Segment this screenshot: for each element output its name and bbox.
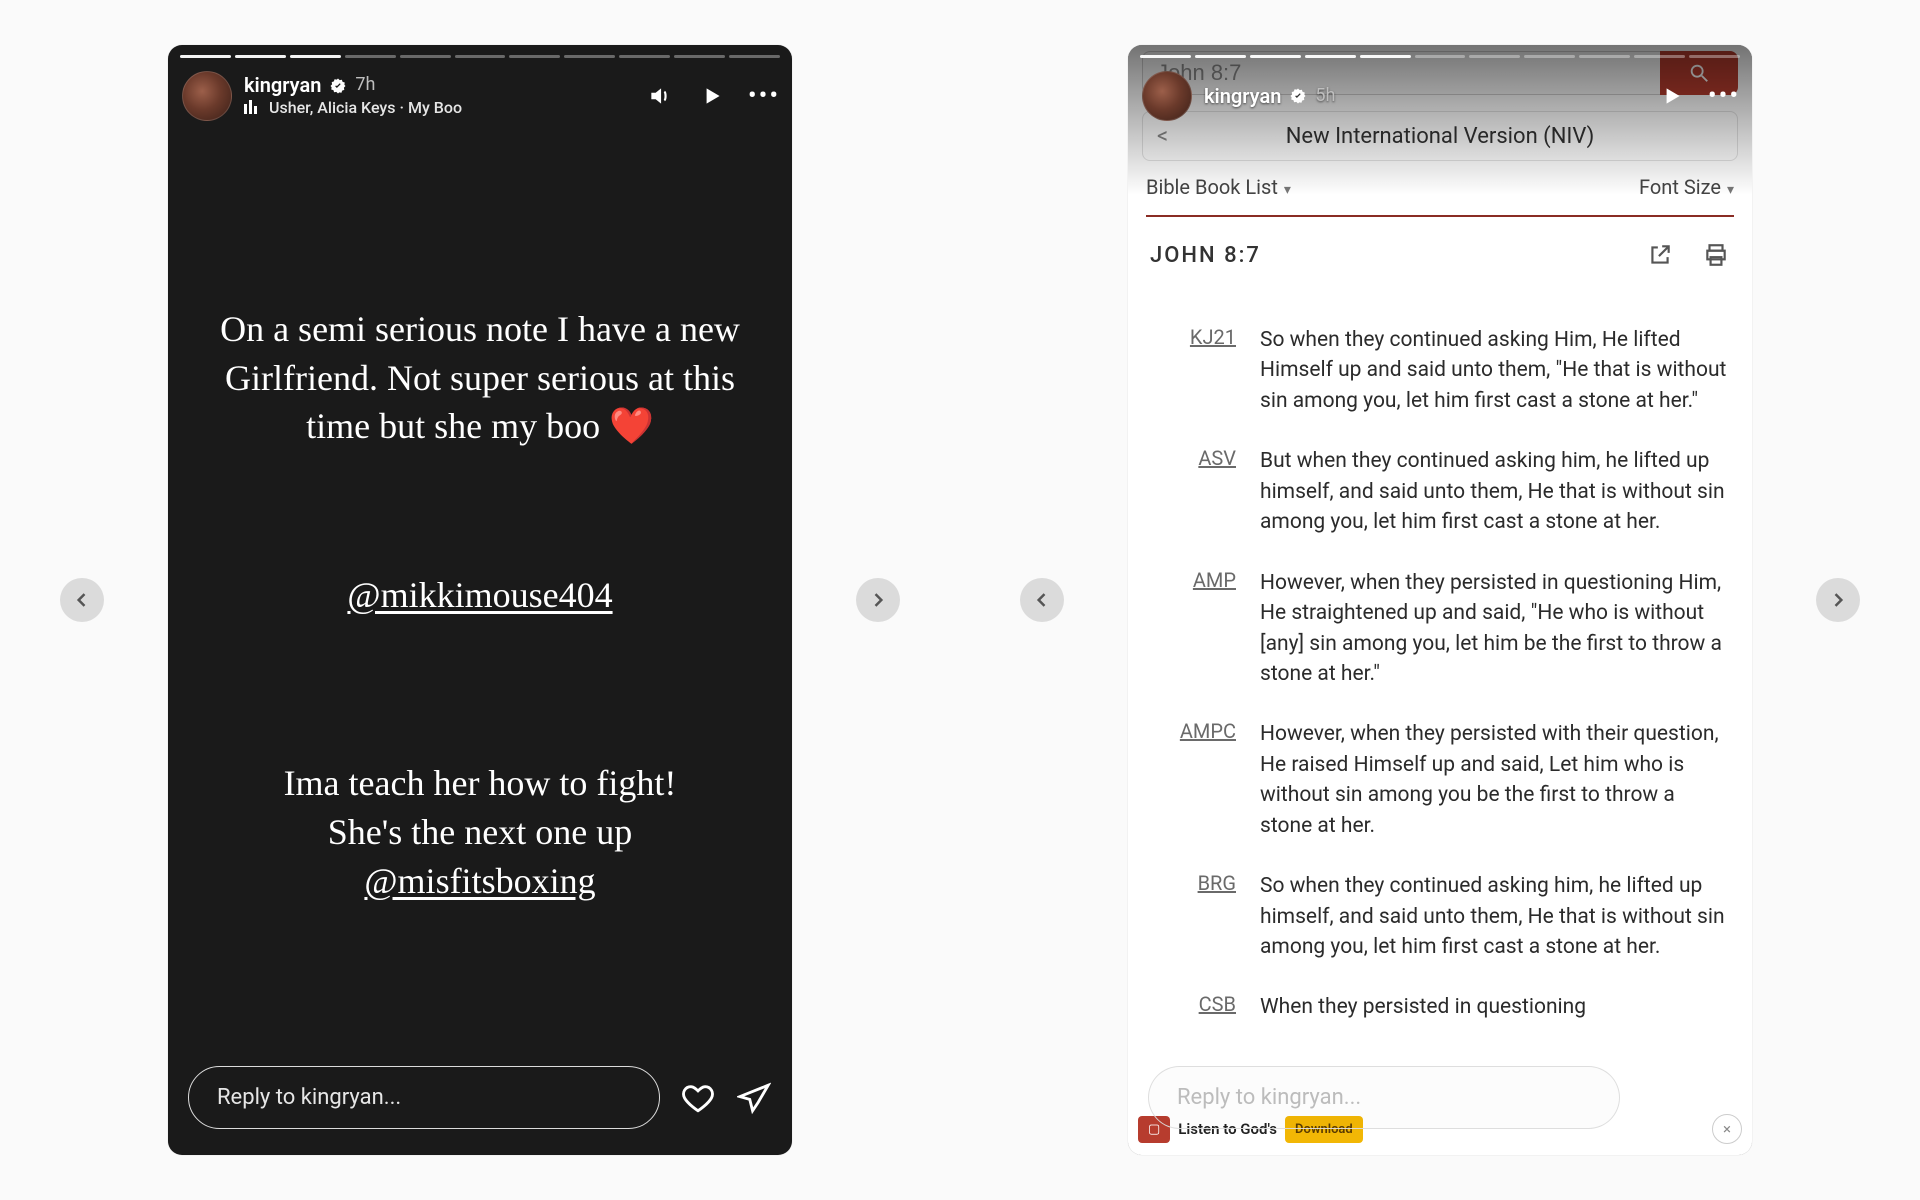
mention-link[interactable]: @misfitsboxing: [208, 857, 752, 906]
verse-row: AMPC However, when they persisted with th…: [1150, 719, 1730, 841]
mention-link[interactable]: @mikkimouse404: [208, 571, 752, 620]
username[interactable]: kingryan: [244, 73, 321, 98]
translation-code[interactable]: ASV: [1150, 446, 1236, 537]
story-progress: [180, 55, 780, 58]
translation-code[interactable]: AMPC: [1150, 719, 1236, 841]
prev-story-button[interactable]: [60, 578, 104, 622]
story-frame: < New International Version (NIV) Bible …: [1128, 45, 1752, 1155]
story-body: On a semi serious note I have a new Girl…: [208, 305, 752, 905]
more-icon[interactable]: •••: [1710, 82, 1738, 110]
verse-text: So when they continued asking Him, He li…: [1260, 325, 1730, 416]
heart-icon: ❤️: [609, 405, 654, 446]
translation-code[interactable]: CSB: [1150, 992, 1236, 1022]
verse-list: KJ21 So when they continued asking Him, H…: [1150, 325, 1730, 1155]
username[interactable]: kingryan: [1204, 84, 1281, 109]
translation-code[interactable]: BRG: [1150, 871, 1236, 962]
verified-badge-icon: [329, 77, 347, 95]
next-story-button[interactable]: [1816, 578, 1860, 622]
verse-text: However, when they persisted in question…: [1260, 568, 1730, 690]
font-size-dropdown[interactable]: Font Size▾: [1639, 175, 1734, 199]
open-external-icon[interactable]: [1646, 241, 1674, 269]
verse-row: ASV But when they continued asking him, h…: [1150, 446, 1730, 537]
like-icon[interactable]: [1640, 1080, 1676, 1116]
story-progress: [1140, 55, 1740, 58]
reply-input[interactable]: Reply to kingryan...: [188, 1066, 660, 1129]
divider: [1146, 215, 1734, 217]
avatar[interactable]: [1142, 71, 1192, 121]
verse-row: BRG So when they continued asking him, he…: [1150, 871, 1730, 962]
story-frame: kingryan 7h Usher, Alicia Keys · My Boo: [168, 45, 792, 1155]
verse-text: But when they continued asking him, he l…: [1260, 446, 1730, 537]
like-icon[interactable]: [680, 1080, 716, 1116]
equalizer-icon: [244, 99, 259, 119]
book-list-dropdown[interactable]: Bible Book List▾: [1146, 175, 1291, 199]
verse-text: However, when they persisted with their …: [1260, 719, 1730, 841]
avatar[interactable]: [182, 71, 232, 121]
verified-badge-icon: [1289, 87, 1307, 105]
translation-code[interactable]: AMP: [1150, 568, 1236, 690]
story-time: 7h: [355, 74, 375, 97]
play-icon[interactable]: [1658, 82, 1686, 110]
translation-code[interactable]: KJ21: [1150, 325, 1236, 416]
verse-row: AMP However, when they persisted in quest…: [1150, 568, 1730, 690]
embedded-page: < New International Version (NIV) Bible …: [1128, 45, 1752, 1155]
more-icon[interactable]: •••: [750, 82, 778, 110]
reply-input[interactable]: Reply to kingryan...: [1148, 1066, 1620, 1129]
print-icon[interactable]: [1702, 241, 1730, 269]
story-music[interactable]: Usher, Alicia Keys · My Boo: [244, 98, 646, 119]
share-icon[interactable]: [736, 1080, 772, 1116]
verse-text: When they persisted in questioning: [1260, 992, 1730, 1022]
play-icon[interactable]: [698, 82, 726, 110]
verse-row: CSB When they persisted in questioning: [1150, 992, 1730, 1022]
share-icon[interactable]: [1696, 1080, 1732, 1116]
next-story-button[interactable]: [856, 578, 900, 622]
volume-icon[interactable]: [646, 82, 674, 110]
prev-story-button[interactable]: [1020, 578, 1064, 622]
verse-row: KJ21 So when they continued asking Him, H…: [1150, 325, 1730, 416]
verse-reference: JOHN 8:7: [1150, 243, 1261, 268]
verse-text: So when they continued asking him, he li…: [1260, 871, 1730, 962]
story-time: 5h: [1315, 85, 1335, 108]
